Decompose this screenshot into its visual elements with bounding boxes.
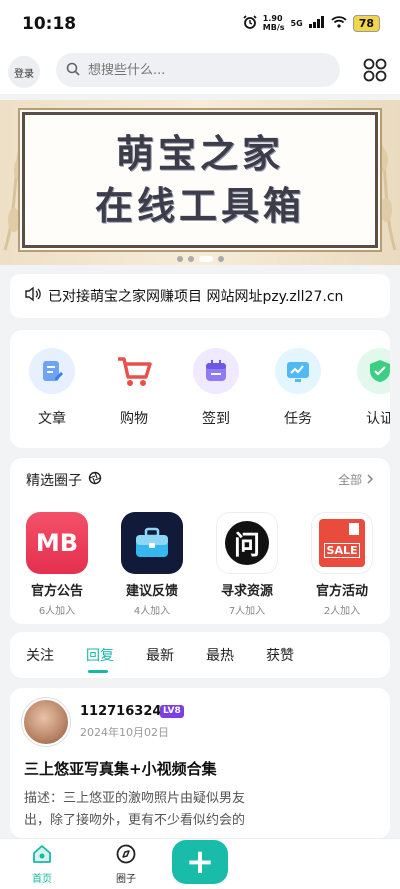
quick-action-label: 签到 — [202, 411, 230, 427]
quick-actions-panel: 文章 购物 签到 任务 认证 — [10, 330, 390, 448]
banner-title-line1: 萌宝之家 — [115, 131, 284, 176]
sale-tag-icon: SALE — [311, 512, 373, 574]
post-date: 2024年10月02日 — [80, 726, 169, 739]
app-grid-icon[interactable] — [362, 57, 388, 83]
aperture-icon — [88, 471, 102, 489]
quick-action-shop[interactable]: 购物 — [94, 348, 174, 428]
network-type: 5G — [290, 18, 303, 28]
tab-latest[interactable]: 最新 — [146, 645, 174, 665]
circle-official-events[interactable]: SALE 官方活动 2人加入 — [297, 512, 387, 617]
search-input[interactable] — [88, 62, 308, 78]
carousel-indicator — [0, 256, 400, 262]
banner-title-line2: 在线工具箱 — [94, 183, 305, 228]
circle-member-count: 7人加入 — [228, 606, 266, 617]
circle-logo: 问 — [216, 512, 278, 574]
announcement-text: 已对接萌宝之家网赚项目 网站网址pzy.zll27.cn — [48, 289, 344, 305]
circle-member-count: 6人加入 — [38, 606, 76, 617]
circles-all-link[interactable]: 全部 — [338, 471, 374, 488]
search-icon — [66, 61, 80, 80]
feed-tabs: 关注 回复 最新 最热 获赞 — [10, 632, 390, 678]
alarm-icon — [243, 14, 257, 32]
carousel-dot — [187, 256, 194, 262]
quick-action-article[interactable]: 文章 — [12, 348, 92, 428]
post-username[interactable]: 1127163244 — [80, 704, 170, 719]
circle-feedback[interactable]: 建议反馈 4人加入 — [107, 512, 197, 617]
tab-follow[interactable]: 关注 — [26, 645, 54, 665]
battery-indicator: 78 — [352, 14, 380, 32]
circle-member-count: 4人加入 — [133, 606, 171, 617]
nav-home-label: 首页 — [32, 874, 52, 885]
plus-icon: + — [185, 842, 215, 882]
announcement-bar[interactable]: 已对接萌宝之家网赚项目 网站网址pzy.zll27.cn — [10, 274, 390, 318]
nav-home[interactable]: 首页 — [12, 843, 72, 885]
circles-header: 精选圈子 — [26, 470, 102, 490]
compass-icon — [115, 844, 137, 868]
text-fade-overlay — [240, 778, 390, 838]
circle-logo: MB — [26, 512, 88, 574]
featured-circles-panel: 精选圈子 全部 MB 官方公告 6人加入 建议反馈 4人加入 问 寻求资源 7人… — [10, 458, 390, 624]
circle-member-count: 2人加入 — [323, 606, 361, 617]
search-box[interactable] — [56, 53, 340, 87]
question-logo-icon: 问 — [225, 521, 269, 565]
nav-circles-label: 圈子 — [116, 874, 136, 885]
status-time: 10:18 — [22, 14, 77, 34]
circle-logo-text: SALE — [323, 542, 361, 558]
speaker-icon — [24, 286, 42, 306]
circle-name: 官方活动 — [315, 584, 368, 599]
circle-logo-text: 问 — [233, 530, 260, 561]
circle-seek-resources[interactable]: 问 寻求资源 7人加入 — [202, 512, 292, 617]
home-icon — [31, 845, 53, 868]
banner-carousel[interactable]: 萌宝之家 在线工具箱 — [0, 100, 400, 265]
carousel-dot — [217, 256, 224, 262]
quick-action-task[interactable]: 任务 — [258, 348, 338, 428]
quick-action-label: 认证 — [366, 411, 390, 427]
circle-official-notice[interactable]: MB 官方公告 6人加入 — [12, 512, 102, 617]
banner-frame: 萌宝之家 在线工具箱 — [22, 112, 378, 248]
quick-action-verify[interactable]: 认证 — [340, 348, 390, 428]
cart-icon — [111, 348, 157, 394]
circles-title: 精选圈子 — [26, 473, 82, 489]
quick-action-checkin[interactable]: 签到 — [176, 348, 256, 428]
tab-reply[interactable]: 回复 — [86, 645, 114, 665]
wifi-icon — [331, 15, 347, 31]
active-tab-indicator — [88, 670, 108, 673]
circle-name: 寻求资源 — [220, 584, 273, 599]
create-post-button[interactable]: + — [172, 840, 228, 884]
briefcase-icon — [121, 512, 183, 574]
task-chart-icon — [275, 348, 321, 394]
post-title[interactable]: 三上悠亚写真集+小视频合集 — [24, 758, 217, 779]
article-icon — [29, 348, 75, 394]
tab-liked[interactable]: 获赞 — [266, 645, 294, 665]
circles-all-label: 全部 — [338, 473, 363, 487]
quick-action-label: 购物 — [120, 411, 148, 427]
carousel-dot-active — [198, 256, 213, 262]
top-search-bar: 登录 — [0, 48, 400, 94]
signal-icon — [308, 15, 325, 31]
status-bar: 10:18 1.90 MB/s 5G 78 — [0, 0, 400, 48]
circle-name: 官方公告 — [30, 584, 83, 599]
login-button[interactable]: 登录 — [8, 56, 40, 88]
chevron-right-icon — [366, 473, 374, 487]
calendar-icon — [193, 348, 239, 394]
verify-shield-icon — [357, 348, 390, 394]
avatar[interactable] — [22, 698, 70, 746]
post-card[interactable]: 1127163244 LV8 2024年10月02日 三上悠亚写真集+小视频合集… — [10, 688, 390, 838]
level-badge: LV8 — [160, 705, 184, 718]
network-speed: 1.90 MB/s — [262, 14, 285, 32]
tab-hottest[interactable]: 最热 — [206, 645, 234, 665]
circle-name: 建议反馈 — [125, 584, 178, 599]
nav-circles[interactable]: 圈子 — [96, 843, 156, 885]
carousel-dot — [176, 256, 183, 262]
quick-action-label: 文章 — [38, 411, 66, 427]
quick-action-label: 任务 — [284, 411, 312, 427]
status-icons: 1.90 MB/s 5G 78 — [243, 14, 380, 32]
circle-logo-text: MB — [35, 529, 79, 557]
